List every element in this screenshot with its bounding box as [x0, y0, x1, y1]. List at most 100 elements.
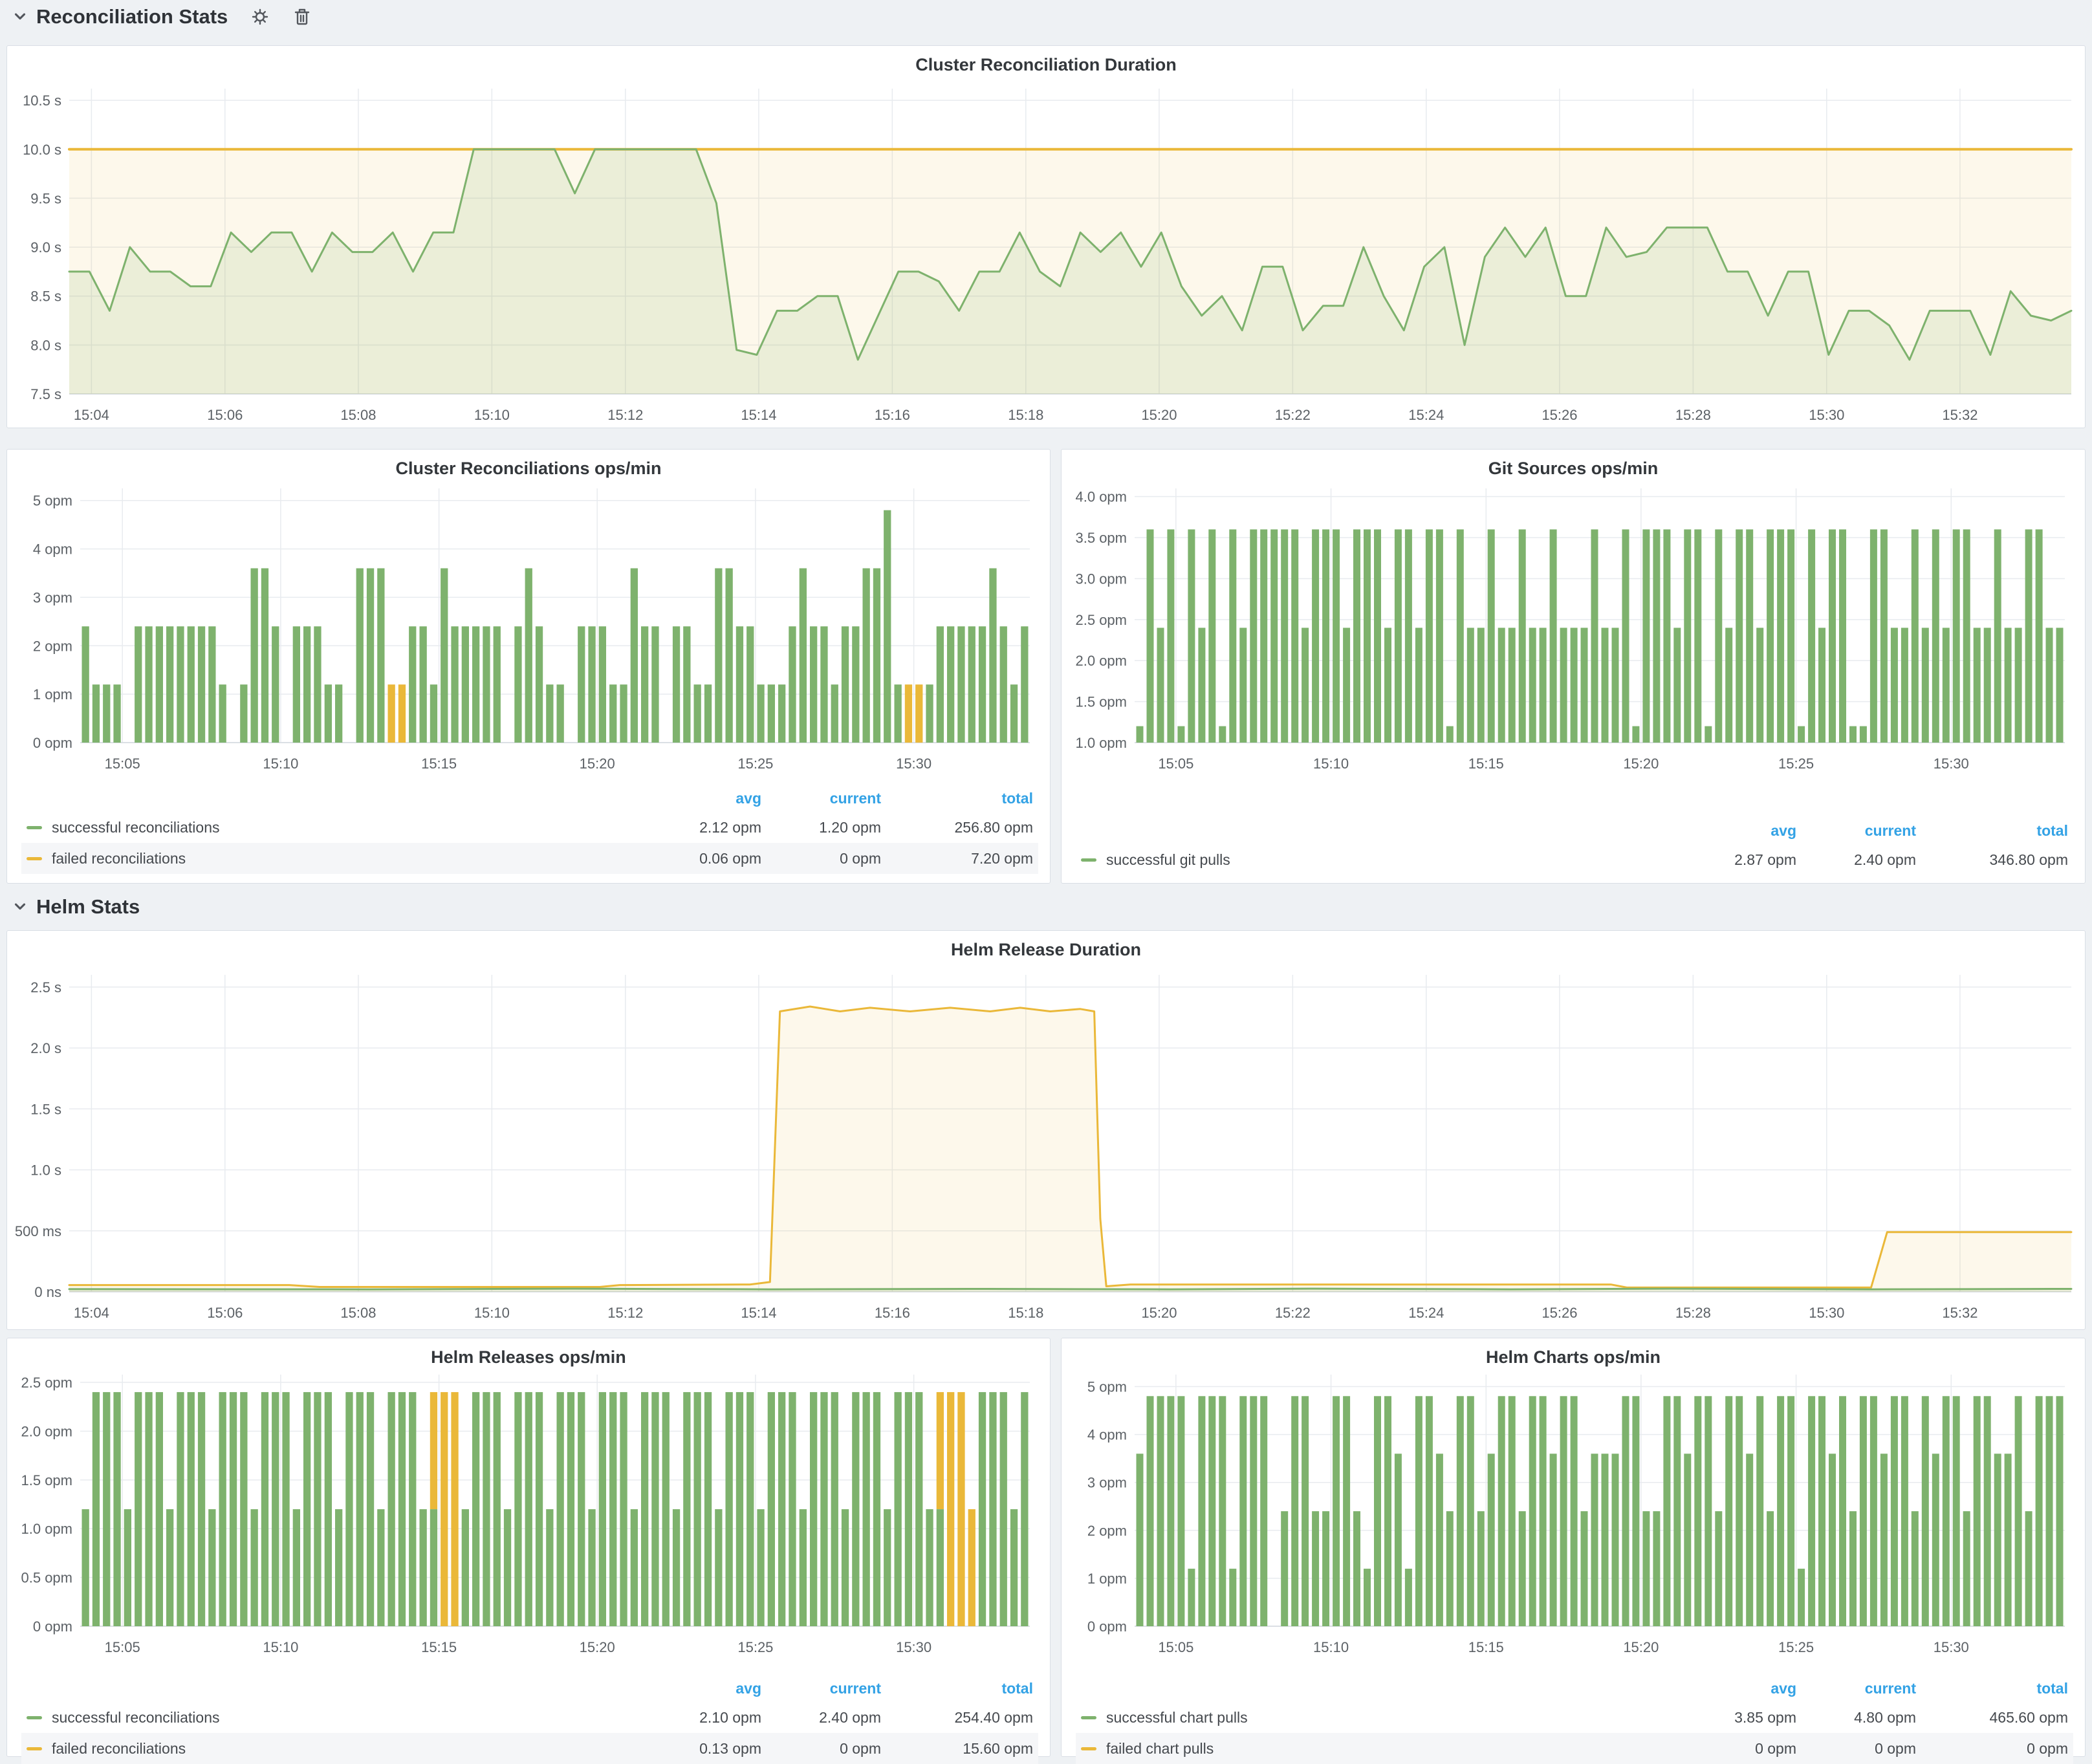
series-label[interactable]: successful reconciliations	[52, 1709, 642, 1726]
svg-text:4.0 opm: 4.0 opm	[1076, 489, 1128, 505]
series-total: 0 opm	[1916, 1740, 2068, 1758]
panel-title[interactable]: Cluster Reconciliations ops/min	[7, 459, 1050, 479]
svg-text:8.0 s: 8.0 s	[30, 337, 61, 353]
svg-text:2.5 opm: 2.5 opm	[21, 1375, 73, 1391]
panel-cluster-reconciliation-duration: Cluster Reconciliation Duration 15:04 15:…	[6, 45, 2086, 428]
series-color-dash	[1081, 858, 1096, 862]
legend-col-current[interactable]: current	[761, 1680, 881, 1697]
series-label[interactable]: successful reconciliations	[52, 819, 642, 836]
svg-text:15:05: 15:05	[1158, 756, 1193, 772]
legend-header: avg current total	[1076, 817, 2073, 844]
legend-col-avg[interactable]: avg	[1677, 822, 1796, 840]
legend-col-total[interactable]: total	[881, 790, 1033, 807]
svg-text:15:18: 15:18	[1008, 1305, 1043, 1321]
gear-icon[interactable]	[250, 6, 270, 27]
panel-cluster-reconciliations: Cluster Reconciliations ops/min 15:0515:…	[6, 449, 1051, 884]
svg-text:15:14: 15:14	[741, 1305, 776, 1321]
svg-text:15:10: 15:10	[474, 407, 510, 423]
legend-header: avg current total	[21, 1675, 1038, 1702]
panel-title[interactable]: Helm Releases ops/min	[7, 1347, 1050, 1367]
svg-text:15:15: 15:15	[1468, 756, 1504, 772]
svg-text:0 ns: 0 ns	[34, 1284, 61, 1300]
svg-text:15:14: 15:14	[741, 407, 776, 423]
series-current: 0 opm	[761, 1740, 881, 1758]
panel-title[interactable]: Cluster Reconciliation Duration	[7, 55, 2085, 75]
section-header-helm-stats: Helm Stats	[12, 895, 140, 919]
svg-text:3.0 opm: 3.0 opm	[1076, 571, 1128, 587]
legend-row-failed-reconciliations[interactable]: failed reconciliations 0.13 opm 0 opm 15…	[21, 1733, 1038, 1764]
svg-text:4 opm: 4 opm	[33, 541, 72, 558]
trash-icon[interactable]	[292, 6, 312, 27]
svg-text:15:10: 15:10	[263, 756, 298, 772]
svg-text:2.0 opm: 2.0 opm	[21, 1423, 73, 1439]
svg-text:5 opm: 5 opm	[1087, 1379, 1127, 1395]
git-sources-plot[interactable]: 15:0515:1015:1515:2015:2515:301.0 opm1.5…	[1062, 479, 2084, 778]
legend-col-current[interactable]: current	[1796, 822, 1916, 840]
svg-text:9.5 s: 9.5 s	[30, 190, 61, 206]
series-total: 15.60 opm	[881, 1740, 1033, 1758]
svg-text:15:26: 15:26	[1542, 1305, 1577, 1321]
svg-text:15:24: 15:24	[1408, 407, 1444, 423]
cluster-reconciliation-duration-plot[interactable]: 15:0415:0615:0815:1015:1215:1415:1615:18…	[8, 80, 2083, 428]
helm-releases-plot[interactable]: 15:0515:1015:1515:2015:2515:300 opm0.5 o…	[8, 1366, 1049, 1662]
series-avg: 0 opm	[1677, 1740, 1796, 1758]
svg-text:1.0 opm: 1.0 opm	[21, 1521, 73, 1537]
series-label[interactable]: successful git pulls	[1106, 851, 1677, 869]
svg-text:10.5 s: 10.5 s	[23, 93, 61, 109]
series-current: 2.40 opm	[1796, 851, 1916, 869]
svg-text:1.0 opm: 1.0 opm	[1076, 735, 1128, 751]
cluster-reconciliations-plot[interactable]: 15:0515:1015:1515:2015:2515:300 opm1 opm…	[8, 479, 1049, 778]
svg-text:3 opm: 3 opm	[1087, 1475, 1127, 1491]
svg-text:2 opm: 2 opm	[33, 638, 72, 654]
panel-title[interactable]: Git Sources ops/min	[1062, 459, 2085, 479]
svg-text:15:06: 15:06	[207, 407, 243, 423]
legend-row-successful-chart-pulls[interactable]: successful chart pulls 3.85 opm 4.80 opm…	[1076, 1702, 2073, 1733]
helm-charts-plot[interactable]: 15:0515:1015:1515:2015:2515:300 opm1 opm…	[1062, 1366, 2084, 1662]
svg-text:15:30: 15:30	[896, 1639, 932, 1655]
legend-col-total[interactable]: total	[881, 1680, 1033, 1697]
legend-col-current[interactable]: current	[1796, 1680, 1916, 1697]
series-label[interactable]: failed chart pulls	[1106, 1740, 1677, 1758]
svg-text:500 ms: 500 ms	[15, 1223, 61, 1239]
svg-text:1 opm: 1 opm	[33, 686, 72, 702]
legend-col-current[interactable]: current	[761, 790, 881, 807]
panel-title[interactable]: Helm Release Duration	[7, 940, 2085, 960]
series-total: 465.60 opm	[1916, 1709, 2068, 1726]
legend-row-failed-reconciliations[interactable]: failed reconciliations 0.06 opm 0 opm 7.…	[21, 843, 1038, 874]
svg-text:15:15: 15:15	[421, 1639, 457, 1655]
svg-text:15:22: 15:22	[1275, 1305, 1311, 1321]
series-current: 1.20 opm	[761, 819, 881, 836]
legend-col-avg[interactable]: avg	[642, 790, 761, 807]
svg-text:8.5 s: 8.5 s	[30, 289, 61, 305]
panel-title[interactable]: Helm Charts ops/min	[1062, 1347, 2085, 1367]
svg-text:15:30: 15:30	[1809, 1305, 1844, 1321]
series-total: 7.20 opm	[881, 850, 1033, 867]
legend-col-total[interactable]: total	[1916, 1680, 2068, 1697]
section-title[interactable]: Helm Stats	[36, 895, 140, 919]
svg-text:15:05: 15:05	[1158, 1639, 1193, 1655]
legend-row-successful-reconciliations[interactable]: successful reconciliations 2.12 opm 1.20…	[21, 812, 1038, 843]
helm-release-duration-plot[interactable]: 15:0415:0615:0815:1015:1215:1415:1615:18…	[8, 966, 2083, 1325]
legend-row-successful-git-pulls[interactable]: successful git pulls 2.87 opm 2.40 opm 3…	[1076, 844, 2073, 875]
series-label[interactable]: successful chart pulls	[1106, 1709, 1677, 1726]
series-avg: 2.12 opm	[642, 819, 761, 836]
legend: avg current total successful git pulls 2…	[1076, 817, 2073, 875]
svg-text:0.5 opm: 0.5 opm	[21, 1570, 73, 1586]
section-title[interactable]: Reconciliation Stats	[36, 5, 228, 28]
svg-text:15:20: 15:20	[580, 1639, 615, 1655]
svg-text:15:05: 15:05	[105, 1639, 140, 1655]
legend-row-failed-chart-pulls[interactable]: failed chart pulls 0 opm 0 opm 0 opm	[1076, 1733, 2073, 1764]
legend-row-successful-reconciliations[interactable]: successful reconciliations 2.10 opm 2.40…	[21, 1702, 1038, 1733]
svg-text:10.0 s: 10.0 s	[23, 142, 61, 158]
legend-col-total[interactable]: total	[1916, 822, 2068, 840]
series-label[interactable]: failed reconciliations	[52, 1740, 642, 1758]
series-label[interactable]: failed reconciliations	[52, 850, 642, 867]
svg-text:1 opm: 1 opm	[1087, 1571, 1127, 1587]
chevron-down-icon[interactable]	[12, 8, 28, 25]
legend-col-avg[interactable]: avg	[1677, 1680, 1796, 1697]
legend-col-avg[interactable]: avg	[642, 1680, 761, 1697]
series-current: 2.40 opm	[761, 1709, 881, 1726]
chevron-down-icon[interactable]	[12, 898, 28, 915]
svg-text:15:15: 15:15	[1468, 1639, 1504, 1655]
svg-text:15:04: 15:04	[74, 407, 109, 423]
